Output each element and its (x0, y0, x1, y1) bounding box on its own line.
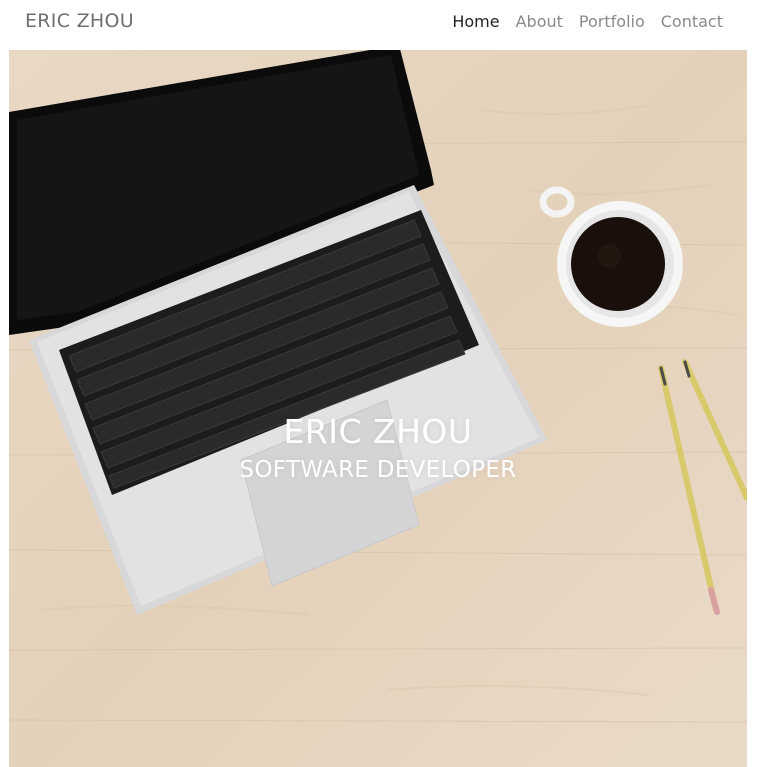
nav-links: Home About Portfolio Contact (452, 12, 723, 31)
nav-link-about[interactable]: About (516, 12, 563, 31)
nav-link-home[interactable]: Home (452, 12, 499, 31)
hero-subtitle: SOFTWARE DEVELOPER (239, 457, 517, 483)
hero-background-image (9, 50, 747, 767)
nav-link-contact[interactable]: Contact (661, 12, 723, 31)
top-navbar: ERIC ZHOU Home About Portfolio Contact (0, 0, 761, 48)
nav-link-portfolio[interactable]: Portfolio (579, 12, 645, 31)
brand-logo[interactable]: ERIC ZHOU (25, 10, 134, 32)
hero-title: ERIC ZHOU (283, 412, 473, 451)
hero-banner: ERIC ZHOU SOFTWARE DEVELOPER (9, 50, 747, 767)
